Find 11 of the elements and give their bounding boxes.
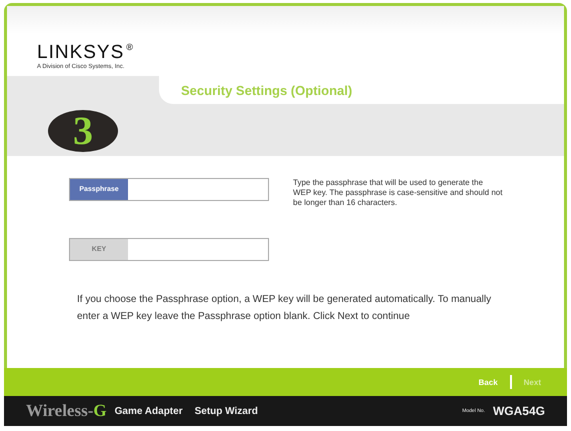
page-title: Security Settings (Optional): [181, 82, 352, 98]
logo: LINKSYS: [37, 42, 124, 64]
model-number: WGA54G: [492, 404, 545, 418]
step-number: 3: [48, 110, 118, 152]
wizard-name: Setup Wizard: [194, 406, 258, 416]
instructions-text: If you choose the Passphrase option, a WEP key will be generated automatically. To manually enter a WEP key leave the Passphrase option blank. Click Next to continue: [76, 293, 492, 324]
device-name: Game Adapter: [114, 406, 183, 416]
product-name: Wireless-G: [26, 401, 107, 421]
registered-mark: ®: [126, 42, 133, 52]
help-text: Type the passphrase that will be used to generate the WEP key. The passphrase is case-sensitive and should not be longer than 16 characters.: [293, 178, 503, 208]
back-button[interactable]: Back: [476, 376, 500, 388]
